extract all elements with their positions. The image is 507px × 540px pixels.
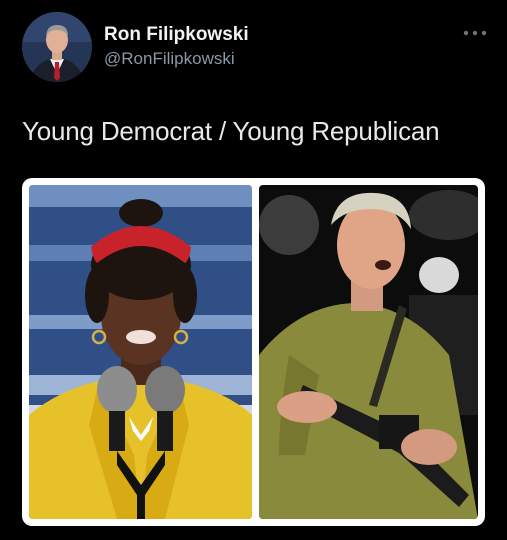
tweet: Ron Filipkowski @RonFilipkowski Young De… [0, 0, 507, 540]
avatar[interactable] [22, 12, 92, 82]
avatar-image [22, 12, 92, 82]
username-handle[interactable]: @RonFilipkowski [104, 49, 235, 69]
tweet-text: Young Democrat / Young Republican [22, 116, 440, 146]
display-name[interactable]: Ron Filipkowski [104, 24, 249, 46]
photo-right[interactable] [259, 185, 478, 519]
photo-left[interactable] [29, 185, 252, 519]
media-container[interactable] [22, 178, 485, 526]
more-dots-icon[interactable] [462, 26, 488, 38]
